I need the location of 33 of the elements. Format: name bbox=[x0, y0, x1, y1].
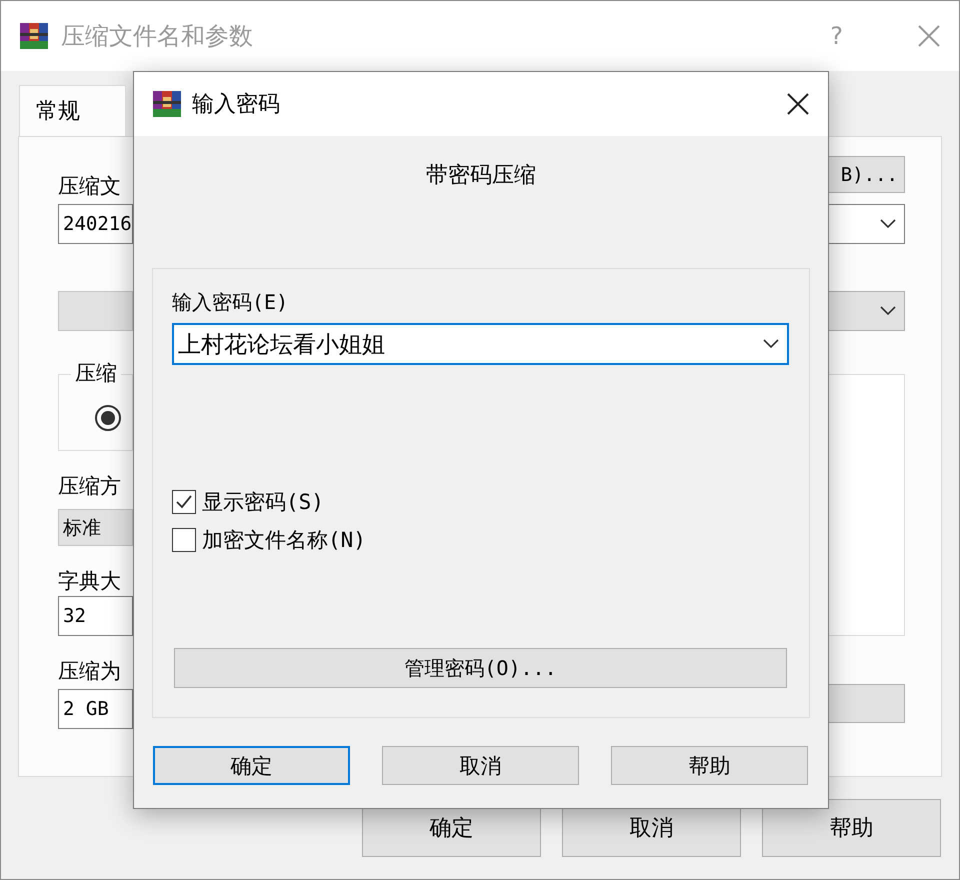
checkbox-label: 加密文件名称(N) bbox=[202, 527, 366, 554]
checkbox[interactable] bbox=[172, 490, 196, 514]
tab[interactable]: 常规 bbox=[19, 85, 126, 136]
checkbox-label: 显示密码(S) bbox=[202, 489, 324, 516]
dialog-title: 输入密码 bbox=[192, 91, 281, 119]
dialog-button[interactable]: 帮助 bbox=[762, 799, 941, 857]
method-combo[interactable]: 标准 bbox=[58, 509, 133, 546]
stacked-books-icon bbox=[152, 89, 182, 119]
chevron-down-icon bbox=[880, 219, 896, 229]
stacked-books-icon bbox=[19, 21, 49, 51]
combo-box[interactable] bbox=[827, 204, 905, 244]
combo-box[interactable] bbox=[827, 291, 905, 331]
checkbox[interactable] bbox=[172, 528, 196, 552]
dictionary-field[interactable]: 32 bbox=[58, 596, 133, 636]
password-combo[interactable]: 上村花论坛看小姐姐 bbox=[172, 323, 789, 365]
dialog-button[interactable]: 帮助 bbox=[611, 746, 808, 785]
field-label: 压缩为 bbox=[58, 658, 122, 685]
window-title: 压缩文件名和参数 bbox=[61, 21, 254, 52]
manage-passwords-button[interactable]: 管理密码(O)... bbox=[174, 648, 787, 688]
radio-button[interactable] bbox=[95, 404, 121, 430]
field-label: 压缩方 bbox=[58, 473, 122, 500]
browse-button[interactable]: B)... bbox=[827, 156, 905, 193]
field-label: 输入密码(E) bbox=[172, 289, 288, 316]
dialog-heading: 带密码压缩 bbox=[426, 162, 536, 190]
field-label: 压缩文 bbox=[58, 173, 122, 200]
split-size-field[interactable]: 2 GB bbox=[58, 689, 133, 729]
field-label: 字典大 bbox=[58, 568, 122, 595]
chevron-down-icon bbox=[763, 339, 779, 349]
archive-name-field[interactable]: 240216 bbox=[58, 204, 133, 244]
dialog-button[interactable]: 确定 bbox=[153, 746, 350, 785]
chevron-down-icon bbox=[880, 306, 896, 316]
dialog-button[interactable]: 取消 bbox=[382, 746, 579, 785]
close-icon[interactable] bbox=[786, 92, 810, 116]
